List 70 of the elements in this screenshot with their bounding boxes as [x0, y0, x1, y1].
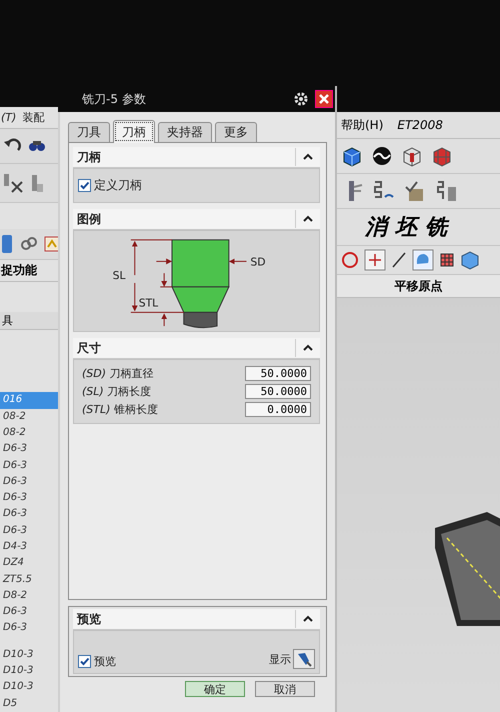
checked-checkbox-icon[interactable] [78, 655, 91, 668]
tool-list-item[interactable]: D6-3 [0, 490, 58, 506]
close-icon [318, 93, 330, 105]
grid-icon[interactable] [439, 252, 455, 268]
menu-item[interactable]: 帮助(H) [341, 116, 384, 134]
window-title: 铣刀-5 参数 [82, 90, 147, 108]
tool-list-item[interactable]: D6-3 [0, 474, 58, 490]
snap-icon[interactable] [44, 235, 58, 254]
cube-icon[interactable] [460, 250, 480, 270]
section-title: 预览 [76, 610, 101, 628]
tool-list-item[interactable]: D6-3 [0, 604, 58, 620]
number-field[interactable]: 50.0000 [245, 384, 311, 399]
panel-title: 平移原点 [337, 275, 500, 298]
dimension-label: STL [138, 296, 158, 310]
plus-icon[interactable] [364, 249, 386, 271]
shaded-sphere-icon[interactable] [371, 145, 393, 167]
number-field[interactable]: 50.0000 [245, 366, 311, 381]
delete-constraint-icon[interactable] [2, 172, 24, 194]
menu-item[interactable]: 装配 [22, 110, 44, 125]
tool-list-item[interactable]: D6-3 [0, 620, 58, 637]
settings-icon[interactable] [293, 91, 309, 107]
tool-list-item[interactable]: D8-2 [0, 588, 58, 604]
field-label: (STL) 锥柄长度 [82, 402, 158, 417]
menu-item[interactable]: (T) [1, 110, 16, 124]
tool-list-item[interactable]: D10-3 [0, 679, 58, 696]
tool-list-item[interactable]: D10-3 [0, 646, 58, 664]
menu-item[interactable]: ET2008 [397, 118, 443, 132]
tab[interactable]: 夹持器 [158, 122, 212, 142]
show-button[interactable] [293, 649, 315, 669]
tab[interactable]: 刀柄 [113, 120, 155, 143]
tool-list-item[interactable]: D5 [0, 696, 58, 712]
flashlight-icon [296, 651, 312, 667]
tab[interactable]: 更多 [215, 122, 257, 142]
tool-list-item[interactable]: D6-3 [0, 506, 58, 523]
field-label: (SD) 刀柄直径 [82, 366, 154, 381]
cancel-button[interactable]: 取消 [255, 681, 315, 697]
page-icon[interactable] [2, 233, 14, 256]
dimension-label: SD [250, 255, 266, 268]
close-button[interactable] [315, 90, 333, 108]
tool-list-item[interactable]: DZ4 [0, 555, 58, 572]
wireframe-cube-icon[interactable] [401, 145, 423, 167]
tab[interactable]: 刀具 [68, 122, 110, 142]
section-title: 刀柄 [76, 148, 101, 166]
ok-button[interactable]: 确定 [185, 681, 245, 697]
tool-list-item[interactable]: ZT5.5 [0, 572, 58, 588]
dimension-label: SL [112, 269, 126, 282]
banner-text: 消坯铣 [365, 213, 455, 242]
tool-list-item[interactable]: D6-3 [0, 522, 58, 539]
tool-list-item[interactable]: D10-3 [0, 663, 58, 680]
line-icon[interactable] [391, 251, 407, 269]
tool-list-item[interactable]: 08-2 [0, 424, 58, 442]
tool-list-item[interactable]: D6-3 [0, 441, 58, 458]
section-title: 图例 [76, 210, 101, 228]
panel-title: 捉功能 [0, 260, 58, 282]
checked-checkbox-icon[interactable] [78, 179, 91, 192]
show-label: 显示 [269, 652, 291, 666]
face-select-icon[interactable] [412, 249, 434, 271]
list-header: 具 [0, 312, 58, 330]
number-field[interactable]: 0.0000 [245, 402, 311, 417]
path-tool-icon[interactable] [435, 179, 459, 203]
tool-list-item[interactable]: D4-3 [0, 539, 58, 556]
checkbox-label: 定义刀柄 [94, 177, 142, 194]
mesh-cube-icon[interactable] [431, 145, 453, 167]
checkbox-label: 预览 [94, 654, 116, 669]
tool-list-item[interactable]: D6-3 [0, 458, 58, 474]
circle-icon[interactable] [341, 251, 359, 269]
tool-list-item[interactable]: 08-2 [0, 408, 58, 425]
solid-cube-icon[interactable] [341, 145, 363, 167]
field-label: (SL) 刀柄长度 [82, 384, 152, 399]
section-title: 尺寸 [76, 340, 101, 356]
